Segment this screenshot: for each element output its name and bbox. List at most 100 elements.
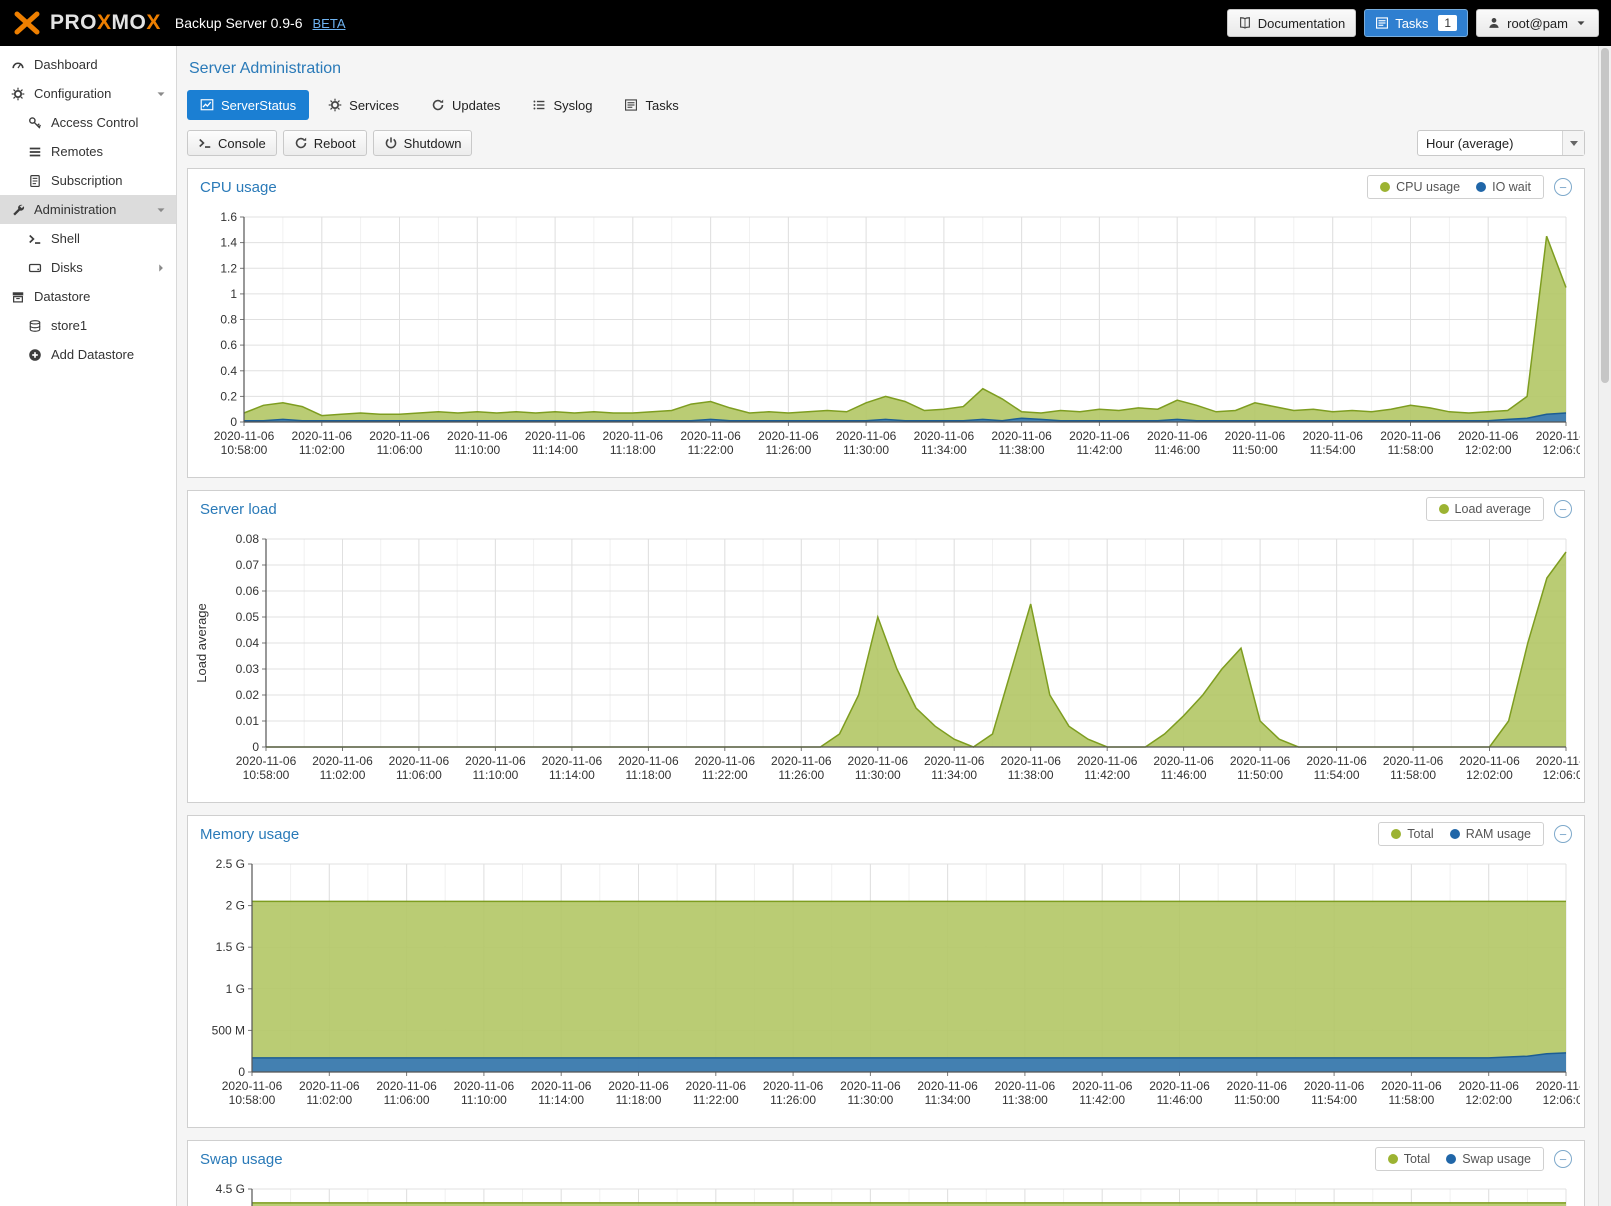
sidebar-item-datastore[interactable]: Datastore (0, 282, 176, 311)
proxmox-logo-icon (12, 10, 42, 36)
svg-text:2020-11-06: 2020-11-06 (1077, 754, 1138, 768)
tab-bar: ServerStatusServicesUpdates Syslog Tasks (187, 90, 1585, 120)
sidebar-item-configuration[interactable]: Configuration (0, 79, 176, 108)
plus-circle-icon (27, 348, 43, 362)
svg-text:12:06:00: 12:06:00 (1543, 768, 1580, 782)
tab-updates[interactable]: Updates (418, 90, 513, 120)
tab-label: Syslog (553, 98, 592, 113)
main-content: Server Administration ServerStatusServic… (177, 46, 1611, 1206)
svg-text:2020-11-06: 2020-11-06 (991, 429, 1052, 443)
caret-right-icon[interactable] (154, 261, 168, 275)
sidebar-item-dashboard[interactable]: Dashboard (0, 50, 176, 79)
svg-text:11:34:00: 11:34:00 (921, 443, 967, 457)
console-button[interactable]: Console (187, 130, 277, 156)
svg-text:2020-11-06: 2020-11-06 (1149, 1079, 1210, 1093)
tab-serverstatus[interactable]: ServerStatus (187, 90, 309, 120)
panel-title: Memory usage (200, 826, 299, 843)
cpu-usage-panel: CPU usage CPU usageIO wait − 2020-11-061… (187, 168, 1585, 478)
svg-text:2020-11-06: 2020-11-06 (1458, 1079, 1519, 1093)
svg-text:2020-11-06: 2020-11-06 (603, 429, 664, 443)
toolbar: Console Reboot Shutdown Hour (average) (187, 130, 1585, 156)
refresh-icon (294, 136, 308, 150)
sidebar-item-shell[interactable]: Shell (0, 224, 176, 253)
beta-link[interactable]: BETA (313, 16, 346, 31)
legend-label: IO wait (1492, 180, 1531, 194)
svg-text:11:06:00: 11:06:00 (384, 1093, 430, 1107)
svg-text:1.4: 1.4 (220, 236, 237, 250)
sidebar-item-label: Access Control (51, 115, 138, 130)
sidebar-item-administration[interactable]: Administration (0, 195, 176, 224)
svg-text:2020-11-06: 2020-11-06 (525, 429, 586, 443)
svg-text:11:14:00: 11:14:00 (532, 443, 578, 457)
tab-syslog[interactable]: Syslog (519, 90, 605, 120)
svg-text:2020-11-06: 2020-11-06 (542, 754, 603, 768)
svg-text:11:46:00: 11:46:00 (1154, 443, 1200, 457)
collapse-panel-button[interactable]: − (1554, 825, 1572, 843)
svg-text:0.8: 0.8 (220, 313, 237, 327)
svg-text:11:26:00: 11:26:00 (770, 1093, 816, 1107)
svg-text:1: 1 (230, 287, 237, 301)
svg-text:2020-11-06: 2020-11-06 (686, 1079, 747, 1093)
sidebar-item-remotes[interactable]: Remotes (0, 137, 176, 166)
gears-icon (10, 87, 26, 101)
svg-text:2020-11-06: 2020-11-06 (312, 754, 373, 768)
svg-text:2020-11-06: 2020-11-06 (758, 429, 819, 443)
documentation-button[interactable]: Documentation (1227, 9, 1356, 37)
sidebar-item-subscription[interactable]: Subscription (0, 166, 176, 195)
legend-item: Total (1388, 1152, 1430, 1166)
sidebar-item-store1[interactable]: store1 (0, 311, 176, 340)
svg-text:11:10:00: 11:10:00 (454, 443, 500, 457)
collapse-panel-button[interactable]: − (1554, 1150, 1572, 1168)
collapse-panel-button[interactable]: − (1554, 178, 1572, 196)
user-menu-button[interactable]: root@pam (1476, 9, 1599, 37)
svg-text:11:18:00: 11:18:00 (625, 768, 671, 782)
caret-down-icon[interactable] (1562, 131, 1584, 155)
scrollbar-thumb[interactable] (1601, 48, 1609, 383)
svg-text:0.04: 0.04 (236, 636, 260, 650)
svg-text:12:06:00: 12:06:00 (1543, 1093, 1580, 1107)
console-label: Console (218, 136, 266, 151)
caret-down-icon[interactable] (154, 87, 168, 101)
tab-tasks[interactable]: Tasks (611, 90, 691, 120)
svg-text:0.01: 0.01 (236, 714, 260, 728)
collapse-panel-button[interactable]: − (1554, 500, 1572, 518)
tab-services[interactable]: Services (315, 90, 412, 120)
tasks-button[interactable]: Tasks 1 (1364, 9, 1468, 37)
svg-text:11:18:00: 11:18:00 (610, 443, 656, 457)
svg-text:11:38:00: 11:38:00 (1002, 1093, 1048, 1107)
svg-text:0.2: 0.2 (220, 389, 237, 403)
svg-text:11:18:00: 11:18:00 (616, 1093, 662, 1107)
svg-text:2020-11-06: 2020-11-06 (214, 429, 275, 443)
svg-text:11:50:00: 11:50:00 (1234, 1093, 1280, 1107)
svg-text:11:30:00: 11:30:00 (843, 443, 889, 457)
sidebar-item-add-datastore[interactable]: Add Datastore (0, 340, 176, 369)
svg-text:0.6: 0.6 (220, 338, 237, 352)
chart-panels: CPU usage CPU usageIO wait − 2020-11-061… (187, 168, 1585, 1206)
reboot-button[interactable]: Reboot (283, 130, 367, 156)
sidebar-item-access-control[interactable]: Access Control (0, 108, 176, 137)
svg-text:11:22:00: 11:22:00 (688, 443, 734, 457)
svg-text:11:42:00: 11:42:00 (1076, 443, 1122, 457)
sidebar: DashboardConfiguration Access Control Remo… (0, 46, 177, 1206)
caret-down-icon[interactable] (154, 203, 168, 217)
svg-text:1.5 G: 1.5 G (216, 940, 245, 954)
sidebar-item-disks[interactable]: Disks (0, 253, 176, 282)
timeframe-select[interactable]: Hour (average) (1417, 130, 1585, 156)
sidebar-item-label: Disks (51, 260, 83, 275)
svg-text:11:58:00: 11:58:00 (1388, 1093, 1434, 1107)
svg-text:2020-11-06: 2020-11-06 (1459, 754, 1520, 768)
chart-legend: CPU usageIO wait (1367, 175, 1544, 199)
svg-text:2020-11-06: 2020-11-06 (848, 754, 909, 768)
legend-dot-icon (1476, 182, 1486, 192)
header-actions: Documentation Tasks 1 root@pam (1227, 9, 1599, 37)
book-icon (1238, 16, 1252, 30)
legend-label: Total (1407, 827, 1433, 841)
vertical-scrollbar[interactable] (1598, 46, 1611, 1206)
shutdown-button[interactable]: Shutdown (373, 130, 473, 156)
svg-text:2020-11-06: 2020-11-06 (1230, 754, 1291, 768)
legend-item: RAM usage (1450, 827, 1531, 841)
user-icon (1487, 16, 1501, 30)
svg-text:11:46:00: 11:46:00 (1161, 768, 1207, 782)
swap-usage-panel: Swap usage TotalSwap usage − 2020-11-061… (187, 1140, 1585, 1206)
legend-dot-icon (1450, 829, 1460, 839)
